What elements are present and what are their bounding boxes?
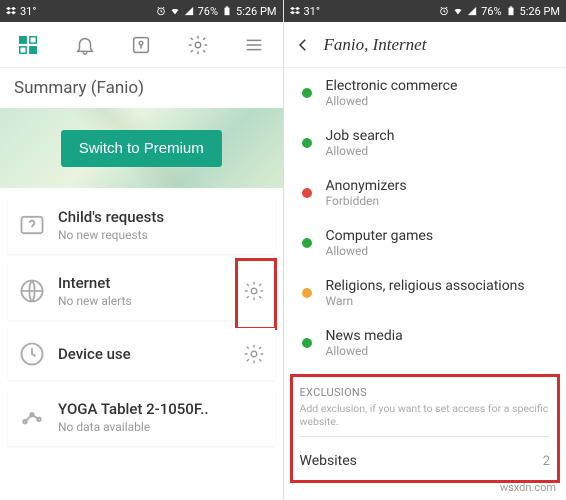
category-status: Allowed: [326, 244, 551, 258]
signal-icon: [184, 6, 194, 16]
status-bar: 31° 76% 5:26 PM: [284, 0, 566, 22]
clock-time: 5:26 PM: [236, 5, 276, 18]
clock-time: 5:26 PM: [520, 5, 560, 18]
card-title: YOGA Tablet 2-1050F..: [58, 400, 265, 418]
nav-menu[interactable]: [234, 25, 274, 65]
nav-alerts[interactable]: [65, 25, 105, 65]
category-row[interactable]: Computer games Allowed: [284, 218, 566, 268]
activity-icon: [18, 403, 46, 431]
category-title: Job search: [326, 128, 551, 144]
exclusions-hint: Add exclusion, if you want to set access…: [300, 402, 551, 437]
category-status: Allowed: [326, 94, 551, 108]
exclusions-websites-row[interactable]: Websites 2: [292, 441, 559, 481]
card-title: Internet: [58, 274, 231, 292]
alarm-icon: [156, 6, 166, 16]
page-title: Summary (Fanio): [0, 68, 283, 108]
clock-icon: [18, 340, 46, 368]
weather-temp: 31°: [20, 5, 36, 18]
category-status: Forbidden: [326, 194, 551, 208]
map-banner: Switch to Premium: [0, 108, 283, 188]
category-row[interactable]: News media Allowed: [284, 318, 566, 368]
detail-header: Fanio, Internet: [284, 22, 566, 68]
signal-icon: [467, 6, 477, 16]
map-pin-icon: [130, 34, 152, 56]
category-title: Religions, religious associations: [326, 278, 551, 294]
category-row[interactable]: Job search Allowed: [284, 118, 566, 168]
status-dot: [302, 188, 312, 198]
exclusions-label: EXCLUSIONS: [300, 386, 551, 399]
status-dot: [302, 138, 312, 148]
exclusions-row-label: Websites: [300, 453, 357, 469]
card-device-use[interactable]: Device use: [8, 328, 275, 380]
detail-title: Fanio, Internet: [324, 35, 427, 55]
dropbox-icon: [290, 6, 300, 16]
exclusions-section: EXCLUSIONS Add exclusion, if you want to…: [292, 374, 559, 481]
category-status: Warn: [326, 294, 551, 308]
category-title: Computer games: [326, 228, 551, 244]
weather-temp: 31°: [304, 5, 320, 18]
dashboard-icon: [17, 34, 39, 56]
nav-settings[interactable]: [178, 25, 218, 65]
alarm-icon: [439, 6, 449, 16]
left-pane: 31° 76% 5:26 PM: [0, 0, 284, 500]
right-pane: 31° 76% 5:26 PM Fanio, Internet Electron…: [284, 0, 566, 500]
category-row[interactable]: Anonymizers Forbidden: [284, 168, 566, 218]
card-child-requests[interactable]: Child's requests No new requests: [8, 196, 275, 254]
status-dot: [302, 88, 312, 98]
category-title: News media: [326, 328, 551, 344]
category-title: Electronic commerce: [326, 78, 551, 94]
card-subtitle: No data available: [58, 420, 265, 434]
category-row[interactable]: Electronic commerce Allowed: [284, 68, 566, 118]
bell-icon: [74, 34, 96, 56]
question-icon: [18, 211, 46, 239]
nav-dashboard[interactable]: [8, 25, 48, 65]
card-internet[interactable]: Internet No new alerts: [8, 262, 275, 320]
wifi-icon: [170, 6, 180, 16]
status-dot: [302, 238, 312, 248]
card-subtitle: No new alerts: [58, 294, 231, 308]
card-title: Device use: [58, 345, 231, 363]
battery-pct: 76%: [198, 5, 218, 18]
category-row[interactable]: Religions, religious associations Warn: [284, 268, 566, 318]
battery-pct: 76%: [481, 5, 501, 18]
gear-icon: [187, 34, 209, 56]
card-yoga-tablet[interactable]: YOGA Tablet 2-1050F.. No data available: [8, 388, 275, 446]
category-title: Anonymizers: [326, 178, 551, 194]
gear-icon[interactable]: [243, 343, 265, 365]
watermark: wsxdn.com: [500, 481, 556, 494]
category-status: Allowed: [326, 144, 551, 158]
exclusions-count: 2: [543, 454, 550, 469]
category-status: Allowed: [326, 344, 551, 358]
hamburger-icon: [243, 34, 265, 56]
top-nav: [0, 22, 283, 68]
back-icon[interactable]: [294, 36, 312, 54]
gear-icon[interactable]: [243, 280, 265, 302]
battery-icon: [506, 6, 516, 16]
dropbox-icon: [6, 6, 16, 16]
category-list: Electronic commerce Allowed Job search A…: [284, 68, 566, 368]
card-title: Child's requests: [58, 208, 265, 226]
battery-icon: [222, 6, 232, 16]
status-dot: [302, 338, 312, 348]
globe-icon: [18, 277, 46, 305]
nav-location[interactable]: [121, 25, 161, 65]
wifi-icon: [453, 6, 463, 16]
switch-premium-button[interactable]: Switch to Premium: [61, 130, 222, 167]
status-bar: 31° 76% 5:26 PM: [0, 0, 283, 22]
status-dot: [302, 288, 312, 298]
card-subtitle: No new requests: [58, 228, 265, 242]
